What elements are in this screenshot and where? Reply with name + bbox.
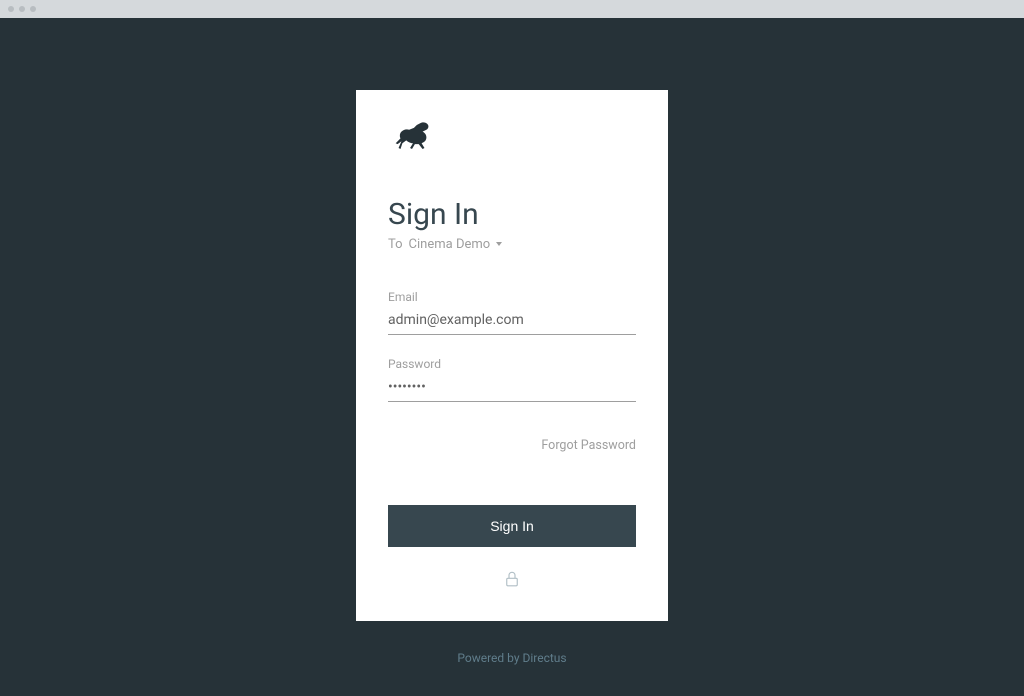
email-field-group: Email xyxy=(388,290,636,335)
window-maximize-button[interactable] xyxy=(30,6,36,12)
email-input[interactable] xyxy=(388,308,636,335)
password-label: Password xyxy=(388,357,636,371)
subtitle-prefix: To xyxy=(388,237,403,252)
window-close-button[interactable] xyxy=(8,6,14,12)
window-titlebar xyxy=(0,0,1024,18)
footer-text: Powered by Directus xyxy=(457,651,566,665)
main-background: Sign In To Cinema Demo Email Password Fo… xyxy=(0,18,1024,696)
project-selector[interactable]: To Cinema Demo xyxy=(388,237,636,252)
password-input[interactable] xyxy=(388,375,636,402)
forgot-password-link[interactable]: Forgot Password xyxy=(388,438,636,453)
rabbit-icon xyxy=(388,118,436,154)
lock-icon[interactable] xyxy=(503,569,521,593)
chevron-down-icon xyxy=(496,242,502,246)
sso-row xyxy=(388,565,636,597)
signin-button[interactable]: Sign In xyxy=(388,505,636,547)
page-title: Sign In xyxy=(388,198,636,231)
logo xyxy=(388,118,636,158)
email-label: Email xyxy=(388,290,636,304)
login-card: Sign In To Cinema Demo Email Password Fo… xyxy=(356,90,668,621)
project-name: Cinema Demo xyxy=(409,237,491,252)
window-minimize-button[interactable] xyxy=(19,6,25,12)
password-field-group: Password xyxy=(388,357,636,402)
